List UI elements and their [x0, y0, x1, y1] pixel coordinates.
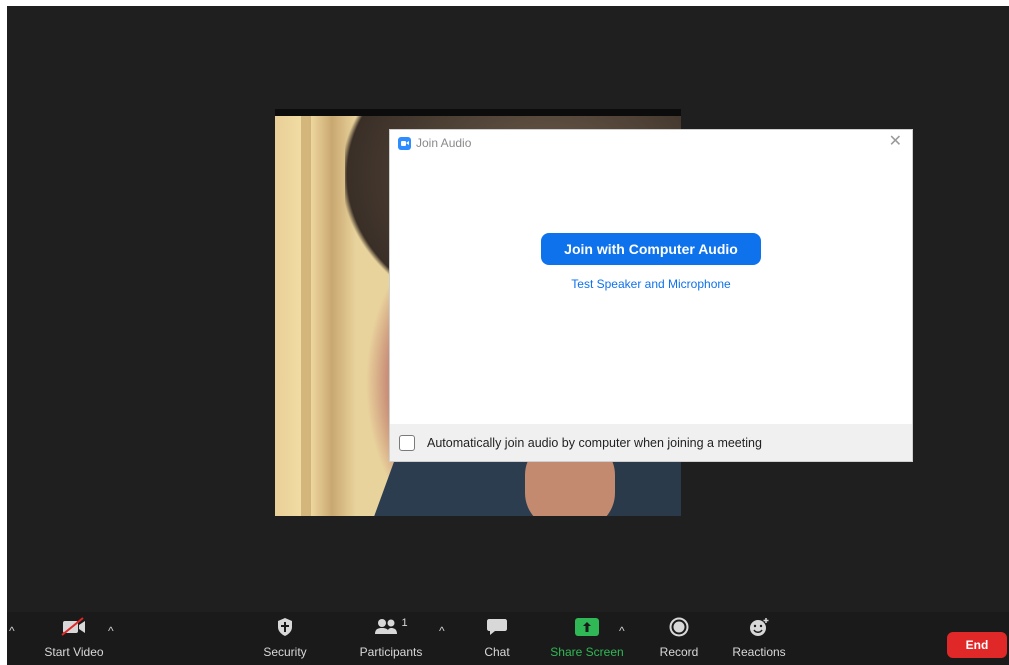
share-screen-button[interactable]: Share Screen [549, 612, 625, 665]
chat-button[interactable]: Chat [479, 612, 515, 665]
reactions-icon [748, 612, 770, 642]
end-meeting-button[interactable]: End [947, 632, 1007, 658]
test-speaker-mic-link[interactable]: Test Speaker and Microphone [390, 277, 912, 291]
chat-label: Chat [484, 645, 510, 659]
shield-icon [276, 612, 294, 642]
zoom-logo-icon [398, 136, 411, 150]
share-screen-label: Share Screen [550, 645, 624, 659]
dialog-footer: Automatically join audio by computer whe… [390, 424, 912, 461]
chat-icon [486, 612, 508, 642]
participants-button[interactable]: 1 Participants [356, 612, 426, 665]
start-video-label: Start Video [44, 645, 104, 659]
video-options-caret-icon[interactable]: ^ [108, 624, 114, 638]
reactions-button[interactable]: Reactions [729, 612, 789, 665]
auto-join-label: Automatically join audio by computer whe… [427, 435, 762, 450]
video-wall-trim [301, 116, 311, 516]
record-button[interactable]: Record [655, 612, 703, 665]
audio-options-caret-icon[interactable]: ^ [9, 624, 15, 638]
video-top-strip [275, 109, 681, 116]
participants-options-caret-icon[interactable]: ^ [439, 624, 445, 638]
start-video-button[interactable]: Start Video [41, 612, 107, 665]
security-button[interactable]: Security [257, 612, 313, 665]
participants-label: Participants [359, 645, 423, 659]
join-computer-audio-button[interactable]: Join with Computer Audio [541, 233, 761, 265]
meeting-toolbar: ^ Start Video ^ Security 1 Participants … [7, 612, 1009, 665]
close-icon[interactable]: ✕ [889, 134, 902, 150]
participants-icon: 1 [374, 612, 408, 642]
security-label: Security [263, 645, 307, 659]
participants-count: 1 [401, 617, 408, 629]
reactions-label: Reactions [732, 645, 786, 659]
join-audio-dialog: Join Audio ✕ Join with Computer Audio Te… [390, 130, 912, 461]
dialog-titlebar: Join Audio [398, 136, 471, 150]
share-screen-icon [575, 612, 599, 642]
auto-join-checkbox[interactable] [399, 434, 415, 451]
record-label: Record [659, 645, 699, 659]
dialog-title: Join Audio [416, 136, 472, 150]
meeting-window: Join Audio ✕ Join with Computer Audio Te… [7, 6, 1009, 665]
video-off-icon [61, 612, 87, 642]
record-icon [669, 612, 689, 642]
share-options-caret-icon[interactable]: ^ [619, 624, 625, 638]
